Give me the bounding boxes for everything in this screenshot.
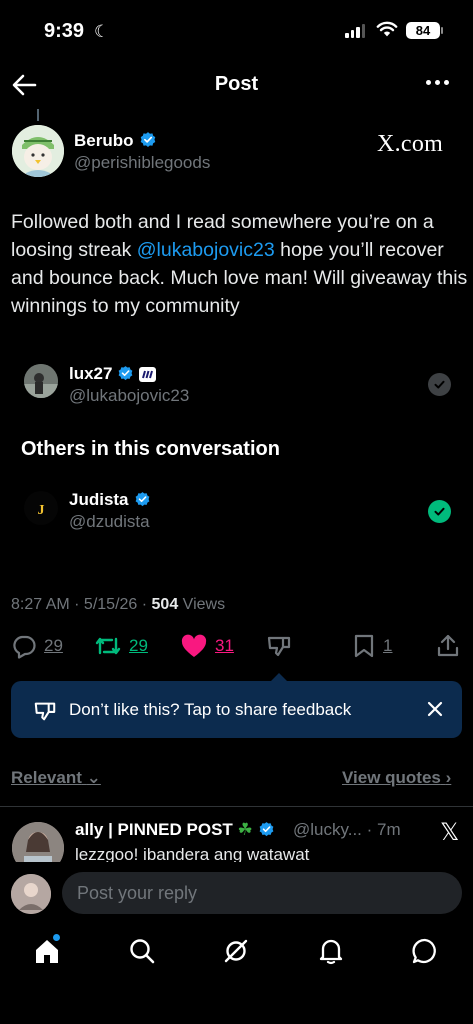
clover-icon: ☘: [237, 820, 253, 839]
tagged-account-name-text[interactable]: lux27: [69, 364, 112, 383]
thumbs-down-icon: [267, 636, 291, 657]
verified-badge-icon: [140, 132, 155, 147]
wifi-icon: [376, 21, 398, 37]
battery-indicator: 84: [406, 22, 440, 39]
views-count: 504: [151, 596, 179, 613]
notifications-icon[interactable]: [317, 937, 345, 965]
status-time: 9:39: [44, 20, 85, 42]
messages-icon[interactable]: [411, 937, 439, 965]
like-count: 31: [215, 636, 234, 655]
heart-icon: [181, 634, 207, 657]
sort-relevant-dropdown[interactable]: Relevant ⌄: [11, 768, 101, 788]
search-icon[interactable]: [128, 937, 156, 965]
tagged-account-handle[interactable]: @lukabojovic23: [69, 386, 189, 406]
reply-input-placeholder[interactable]: Post your reply: [77, 883, 197, 904]
composer-avatar: [11, 874, 51, 914]
chevron-down-icon: ⌄: [86, 768, 101, 787]
chevron-right-icon: ›: [445, 768, 452, 787]
selected-check-icon[interactable]: [428, 373, 451, 396]
post-timestamp: 8:27 AM · 5/15/26 ·: [11, 596, 152, 613]
dislike-button[interactable]: [266, 633, 292, 659]
reply-author-name-text[interactable]: ally | PINNED POST: [75, 820, 233, 839]
tagged-account-name[interactable]: lux27: [69, 364, 157, 384]
grok-icon[interactable]: [222, 937, 250, 965]
reply-count: 29: [44, 636, 63, 655]
close-icon[interactable]: [427, 701, 443, 717]
bookmark-button[interactable]: 1: [352, 633, 392, 659]
post-meta: 8:27 AM · 5/15/26 · 504 Views: [11, 596, 225, 614]
share-button[interactable]: [436, 633, 460, 659]
author-name[interactable]: Berubo: [74, 131, 157, 151]
reply-handle-time: @lucky... · 7m: [293, 820, 401, 839]
view-quotes-link[interactable]: View quotes ›: [342, 768, 451, 788]
reply-author-name[interactable]: ally | PINNED POST ☘: [75, 820, 275, 840]
others-handle[interactable]: @dzudista: [69, 512, 150, 532]
others-avatar[interactable]: J: [24, 491, 58, 525]
home-icon[interactable]: [33, 937, 61, 965]
bookmark-count: 1: [383, 636, 393, 655]
moon-icon: ☾: [94, 22, 110, 41]
selected-check-icon[interactable]: [428, 500, 451, 523]
reply-button[interactable]: 29: [11, 633, 63, 659]
others-name[interactable]: Judista: [69, 490, 151, 510]
thumbs-down-icon: [34, 702, 56, 721]
like-button[interactable]: 31: [180, 633, 234, 659]
battery-tip: [441, 27, 443, 34]
bookmark-icon: [354, 634, 374, 658]
tagged-account-avatar[interactable]: [24, 364, 58, 398]
repost-button[interactable]: 29: [94, 633, 148, 659]
share-icon: [437, 634, 459, 657]
post-text: Followed both and I read somewhere you’r…: [11, 208, 471, 320]
sort-relevant-label[interactable]: Relevant: [11, 768, 82, 787]
reply-icon: [13, 635, 36, 659]
repost-count: 29: [129, 636, 148, 655]
author-handle[interactable]: @perishiblegoods: [74, 153, 210, 173]
page-title: Post: [214, 73, 259, 95]
verified-badge-icon: [259, 822, 274, 837]
mention-link[interactable]: @lukabojovic23: [137, 239, 275, 261]
signal-icon: [345, 24, 365, 38]
divider: [0, 806, 473, 807]
feedback-text[interactable]: Don’t like this? Tap to share feedback: [69, 700, 351, 720]
author-name-text[interactable]: Berubo: [74, 131, 134, 150]
others-avatar-letter: J: [38, 503, 45, 518]
home-notification-dot: [53, 934, 60, 941]
view-quotes-label[interactable]: View quotes: [342, 768, 441, 787]
repost-icon: [95, 637, 121, 655]
affiliate-badge-icon: [139, 367, 157, 382]
x-logo-icon: 𝕏: [440, 820, 460, 846]
others-heading: Others in this conversation: [21, 438, 280, 460]
others-name-text[interactable]: Judista: [69, 490, 129, 509]
more-options-icon[interactable]: [426, 80, 449, 85]
source-label: X.com: [377, 131, 444, 157]
views-label: Views: [178, 596, 226, 613]
verified-badge-icon: [119, 366, 133, 381]
author-avatar[interactable]: [12, 125, 64, 177]
thread-line: [37, 109, 39, 121]
verified-badge-icon: [135, 492, 149, 507]
